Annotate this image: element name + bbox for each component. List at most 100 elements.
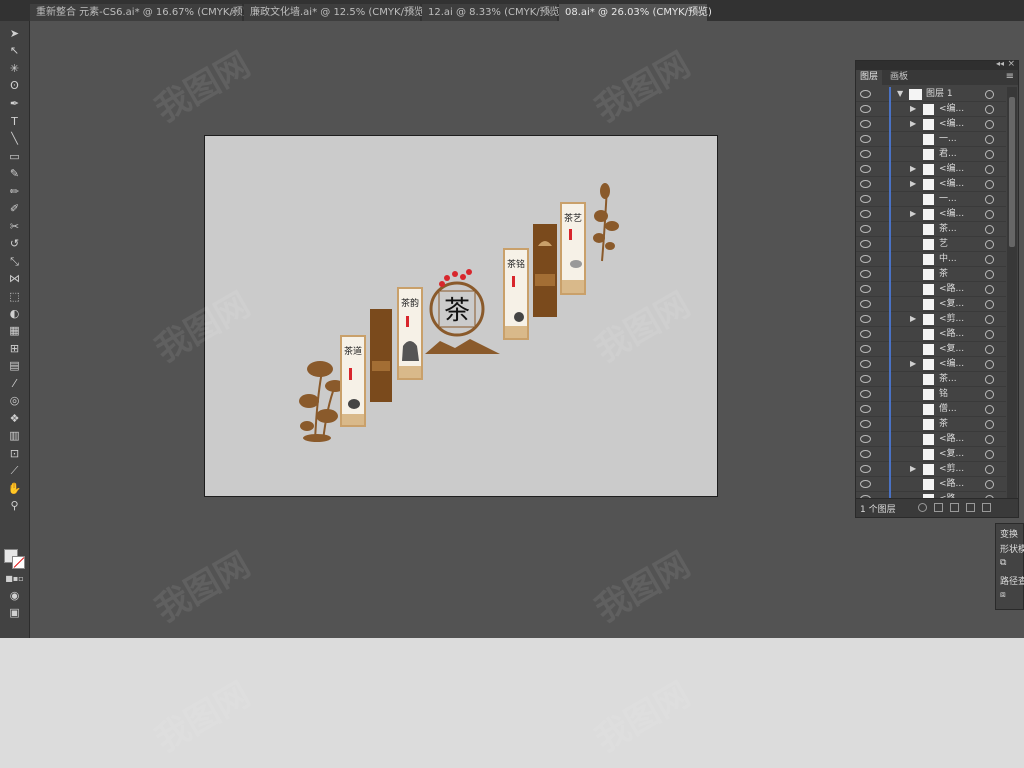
- eyedropper-tool-icon[interactable]: ⁄: [5, 376, 24, 391]
- direct-selection-tool-icon[interactable]: ↖: [5, 43, 24, 58]
- eye-icon[interactable]: [860, 210, 871, 218]
- doc-tab-1[interactable]: 重新整合 元素-CS6.ai* @ 16.67% (CMYK/预览) ×: [30, 4, 257, 21]
- blob-brush-tool-icon[interactable]: ✐: [5, 201, 24, 216]
- close-icon[interactable]: ×: [545, 4, 553, 21]
- layer-name[interactable]: <编...: [939, 117, 964, 132]
- layer-row[interactable]: 一...: [856, 132, 1006, 147]
- eye-icon[interactable]: [860, 120, 871, 128]
- layer-name[interactable]: <路...: [939, 432, 964, 447]
- close-icon[interactable]: ×: [695, 4, 703, 21]
- eye-icon[interactable]: [860, 225, 871, 233]
- eye-icon[interactable]: [860, 375, 871, 383]
- new-sublayer-icon[interactable]: [950, 503, 959, 512]
- layer-row[interactable]: ▶ <剪...: [856, 462, 1006, 477]
- close-icon[interactable]: ×: [230, 4, 238, 21]
- layer-name[interactable]: 图层 1: [926, 87, 953, 102]
- layer-name[interactable]: <复...: [939, 342, 964, 357]
- layer-row[interactable]: 一...: [856, 192, 1006, 207]
- target-icon[interactable]: [985, 195, 994, 204]
- target-icon[interactable]: [985, 285, 994, 294]
- pencil-tool-icon[interactable]: ✏: [5, 184, 24, 199]
- type-tool-icon[interactable]: T: [5, 114, 24, 129]
- target-icon[interactable]: [985, 375, 994, 384]
- layer-name[interactable]: 茶...: [939, 372, 957, 387]
- layer-row-top[interactable]: ▼ 图层 1: [856, 87, 1006, 102]
- eye-icon[interactable]: [860, 480, 871, 488]
- eye-icon[interactable]: [860, 330, 871, 338]
- selection-tool-icon[interactable]: ➤: [5, 26, 24, 41]
- rectangle-tool-icon[interactable]: ▭: [5, 149, 24, 164]
- layer-name[interactable]: <剪...: [939, 462, 964, 477]
- target-icon[interactable]: [985, 120, 994, 129]
- close-icon[interactable]: ×: [408, 4, 416, 21]
- layer-name[interactable]: 君...: [939, 147, 957, 162]
- layer-row[interactable]: <路...: [856, 432, 1006, 447]
- layer-row[interactable]: ▶ <编...: [856, 102, 1006, 117]
- hand-tool-icon[interactable]: ✋: [5, 481, 24, 496]
- tab-artboards[interactable]: 画板: [886, 70, 912, 85]
- line-tool-icon[interactable]: ╲: [5, 131, 24, 146]
- layer-row[interactable]: 艺: [856, 237, 1006, 252]
- eye-icon[interactable]: [860, 255, 871, 263]
- layer-row[interactable]: 铭: [856, 387, 1006, 402]
- layer-row[interactable]: 中...: [856, 252, 1006, 267]
- clipping-mask-icon[interactable]: [934, 503, 943, 512]
- rotate-tool-icon[interactable]: ↺: [5, 236, 24, 251]
- layer-name[interactable]: 铭: [939, 387, 948, 402]
- eye-icon[interactable]: [860, 240, 871, 248]
- width-tool-icon[interactable]: ⋈: [5, 271, 24, 286]
- target-icon[interactable]: [985, 315, 994, 324]
- target-icon[interactable]: [985, 105, 994, 114]
- target-icon[interactable]: [985, 135, 994, 144]
- artboard-tool-icon[interactable]: ⊡: [5, 446, 24, 461]
- layer-name[interactable]: <路...: [939, 327, 964, 342]
- eye-icon[interactable]: [860, 435, 871, 443]
- layer-row[interactable]: <路...: [856, 477, 1006, 492]
- layer-row[interactable]: <复...: [856, 447, 1006, 462]
- eye-icon[interactable]: [860, 90, 871, 98]
- expand-arrow-icon[interactable]: ▶: [910, 119, 916, 128]
- layer-name[interactable]: <编...: [939, 162, 964, 177]
- eye-icon[interactable]: [860, 450, 871, 458]
- expand-arrow-icon[interactable]: ▶: [910, 314, 916, 323]
- layer-name[interactable]: <复...: [939, 447, 964, 462]
- expand-arrow-icon[interactable]: ▶: [910, 464, 916, 473]
- eye-icon[interactable]: [860, 465, 871, 473]
- layer-name[interactable]: 一...: [939, 192, 957, 207]
- layer-row[interactable]: 僧...: [856, 402, 1006, 417]
- expand-arrow-icon[interactable]: ▶: [910, 359, 916, 368]
- doc-tab-2[interactable]: 廉政文化墙.ai* @ 12.5% (CMYK/预览) ×: [244, 4, 428, 21]
- eye-icon[interactable]: [860, 300, 871, 308]
- expand-arrow-icon[interactable]: ▶: [910, 179, 916, 188]
- column-graph-tool-icon[interactable]: ▥: [5, 428, 24, 443]
- panel-menu-icon[interactable]: ≡: [1006, 71, 1014, 82]
- eye-icon[interactable]: [860, 405, 871, 413]
- target-icon[interactable]: [985, 300, 994, 309]
- eye-icon[interactable]: [860, 105, 871, 113]
- scissors-tool-icon[interactable]: ✂: [5, 219, 24, 234]
- lasso-tool-icon[interactable]: ʘ: [5, 78, 24, 93]
- new-layer-icon[interactable]: [966, 503, 975, 512]
- color-mode-icon[interactable]: ■▪▫: [5, 571, 24, 586]
- target-icon[interactable]: [985, 360, 994, 369]
- layer-row[interactable]: ▶ <编...: [856, 207, 1006, 222]
- collapse-icon[interactable]: ◂◂: [996, 59, 1004, 68]
- pen-tool-icon[interactable]: ✒: [5, 96, 24, 111]
- layer-name[interactable]: 茶...: [939, 222, 957, 237]
- target-icon[interactable]: [985, 465, 994, 474]
- eye-icon[interactable]: [860, 420, 871, 428]
- layer-name[interactable]: <复...: [939, 297, 964, 312]
- tab-layers[interactable]: 图层: [856, 70, 883, 85]
- symbol-sprayer-tool-icon[interactable]: ❖: [5, 411, 24, 426]
- layer-row[interactable]: 茶...: [856, 372, 1006, 387]
- layer-row[interactable]: ▶ <编...: [856, 177, 1006, 192]
- eye-icon[interactable]: [860, 285, 871, 293]
- layer-name[interactable]: <剪...: [939, 312, 964, 327]
- expand-arrow-icon[interactable]: ▶: [910, 164, 916, 173]
- layer-name[interactable]: <路...: [939, 477, 964, 492]
- locate-object-icon[interactable]: [918, 503, 927, 512]
- screen-mode-icon[interactable]: ▣: [5, 605, 24, 620]
- free-transform-tool-icon[interactable]: ⬚: [5, 289, 24, 304]
- doc-tab-4[interactable]: 08.ai* @ 26.03% (CMYK/预览) ×: [559, 4, 712, 21]
- layer-row[interactable]: 茶: [856, 267, 1006, 282]
